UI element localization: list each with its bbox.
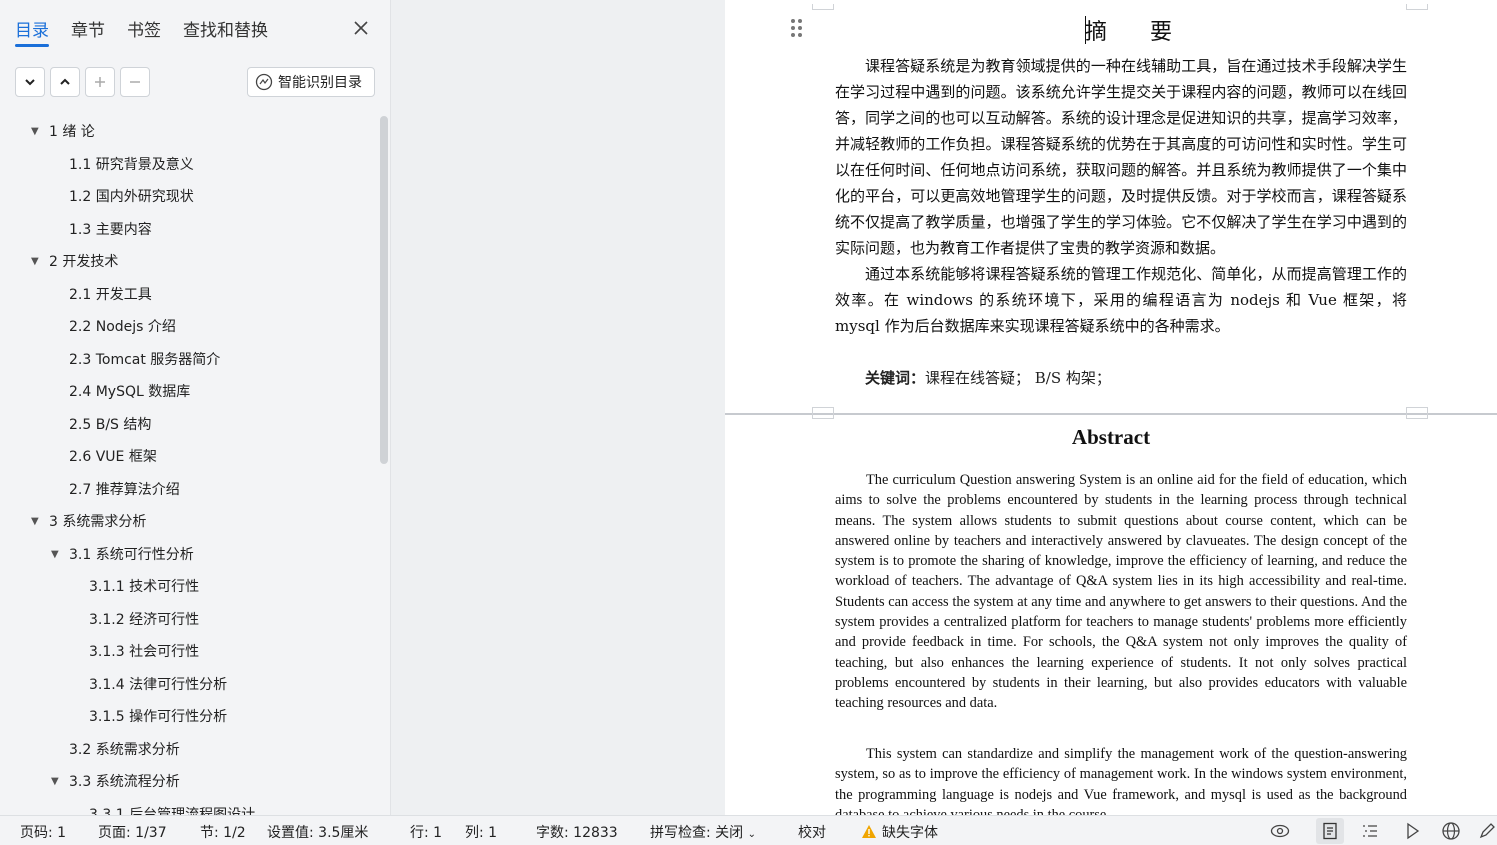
toc-item[interactable]: 2.5 B/S 结构	[69, 414, 151, 436]
keywords-line[interactable]: 关键词：课程在线答疑； B/S 构架；	[865, 366, 1111, 390]
warning-icon	[862, 825, 876, 838]
toc-item[interactable]: 3.1 系统可行性分析	[69, 544, 194, 566]
toc-item[interactable]: 2.7 推荐算法介绍	[69, 479, 180, 501]
play-icon[interactable]	[1402, 821, 1422, 841]
navigation-pane: 目录 章节 书签 查找和替换 智能识别目录 ▼ 1 绪 论 1.1 研究背景及意义 1…	[0, 0, 391, 815]
toc-item[interactable]: 1.1 研究背景及意义	[69, 154, 194, 176]
toc-item[interactable]: 2.6 VUE 框架	[69, 446, 157, 468]
chevron-down-icon	[25, 79, 35, 86]
add-heading-button[interactable]	[85, 67, 115, 97]
expand-up-button[interactable]	[50, 67, 80, 97]
toc-item[interactable]: 3.1.1 技术可行性	[89, 576, 199, 598]
keywords-label: 关键词：	[865, 369, 926, 387]
toc-item[interactable]: 3.3 系统流程分析	[69, 771, 180, 793]
en-abstract-paragraph[interactable]: This system can standardize and simplify…	[835, 744, 1407, 815]
en-abstract-paragraph[interactable]: The curriculum Question answering System…	[835, 470, 1407, 714]
toc-item[interactable]: 3.1.3 社会可行性	[89, 641, 199, 663]
expand-arrow-icon[interactable]: ▼	[31, 251, 39, 273]
status-word-count[interactable]: 字数: 12833	[536, 822, 618, 842]
collapse-down-button[interactable]	[15, 67, 45, 97]
ai-recognize-icon	[255, 73, 273, 91]
ai-toc-button[interactable]: 智能识别目录	[247, 67, 375, 97]
toc-item[interactable]: 2.3 Tomcat 服务器简介	[69, 349, 220, 371]
page-corner-mark	[1406, 413, 1428, 419]
minus-icon	[130, 81, 140, 83]
status-page-code[interactable]: 页码: 1	[20, 822, 66, 842]
chevron-down-icon: ⌄	[747, 829, 757, 840]
toc-item[interactable]: 3.1.5 操作可行性分析	[89, 706, 227, 728]
tab-bookmarks[interactable]: 书签	[127, 16, 161, 41]
keywords-text: 课程在线答疑； B/S 构架；	[925, 369, 1111, 387]
zh-abstract-title[interactable]: 摘 要	[1085, 14, 1190, 46]
status-setting[interactable]: 设置值: 3.5厘米	[267, 822, 368, 842]
toc-list: ▼ 1 绪 论 1.1 研究背景及意义 1.2 国内外研究现状 1.3 主要内容 ▼ 2 开…	[0, 116, 378, 815]
toc-scrollbar[interactable]	[380, 116, 388, 464]
en-abstract-title[interactable]: Abstract	[725, 425, 1497, 450]
toc-item[interactable]: 3.2 系统需求分析	[69, 739, 180, 761]
zh-abstract-paragraph[interactable]: 通过本系统能够将课程答疑系统的管理工作规范化、简单化，从而提高管理工作的效率。在…	[835, 261, 1407, 339]
page-view-icon[interactable]	[1320, 821, 1340, 841]
toc-item[interactable]: 1 绪 论	[49, 121, 95, 143]
toc-item[interactable]: 2.4 MySQL 数据库	[69, 381, 190, 403]
globe-icon[interactable]	[1441, 821, 1461, 841]
remove-heading-button[interactable]	[120, 67, 150, 97]
status-page[interactable]: 页面: 1/37	[98, 822, 167, 842]
expand-arrow-icon[interactable]: ▼	[51, 771, 59, 793]
tab-toc[interactable]: 目录	[15, 16, 49, 41]
expand-arrow-icon[interactable]: ▼	[31, 511, 39, 533]
zh-abstract-paragraph[interactable]: 课程答疑系统是为教育领域提供的一种在线辅助工具，旨在通过技术手段解决学生在学习过…	[835, 53, 1407, 261]
page-corner-mark	[812, 4, 834, 10]
missing-font-label: 缺失字体	[882, 825, 938, 841]
eye-icon[interactable]	[1270, 821, 1290, 841]
toc-item[interactable]: 3 系统需求分析	[49, 511, 146, 533]
status-proofread[interactable]: 校对	[798, 822, 826, 842]
toc-item[interactable]: 1.2 国内外研究现状	[69, 186, 194, 208]
toc-item[interactable]: 2 开发技术	[49, 251, 118, 273]
toc-item[interactable]: 2.1 开发工具	[69, 284, 152, 306]
expand-arrow-icon[interactable]: ▼	[31, 121, 39, 143]
toc-item[interactable]: 2.2 Nodejs 介绍	[69, 316, 176, 338]
status-spell-check[interactable]: 拼写检查: 关闭 ⌄	[650, 822, 756, 842]
toc-item[interactable]: 3.1.2 经济可行性	[89, 609, 199, 631]
status-section[interactable]: 节: 1/2	[200, 822, 246, 842]
toc-item[interactable]: 3.1.4 法律可行性分析	[89, 674, 227, 696]
status-bar: 页码: 1 页面: 1/37 节: 1/2 设置值: 3.5厘米 行: 1 列:…	[0, 815, 1497, 845]
status-row[interactable]: 行: 1	[410, 822, 442, 842]
toc-item[interactable]: 3.3.1 后台管理流程图设计	[89, 804, 255, 816]
status-col[interactable]: 列: 1	[465, 822, 497, 842]
status-missing-font[interactable]: 缺失字体	[862, 822, 938, 842]
outline-view-icon[interactable]	[1360, 821, 1380, 841]
pen-icon[interactable]	[1477, 821, 1497, 841]
tab-chapters[interactable]: 章节	[71, 16, 105, 41]
nav-tabs: 目录 章节 书签 查找和替换	[0, 0, 391, 52]
spell-check-label: 拼写检查: 关闭	[650, 825, 744, 841]
tab-find-replace[interactable]: 查找和替换	[183, 16, 268, 41]
close-icon[interactable]	[349, 16, 373, 40]
plus-icon	[95, 77, 105, 87]
toc-item[interactable]: 1.3 主要内容	[69, 219, 152, 241]
document-canvas-margin	[392, 0, 725, 815]
page-corner-mark	[812, 413, 834, 419]
expand-arrow-icon[interactable]: ▼	[51, 544, 59, 566]
ai-toc-label: 智能识别目录	[278, 75, 362, 91]
active-tab-indicator	[15, 44, 49, 47]
drag-handle-icon[interactable]	[791, 19, 803, 39]
page-corner-mark	[1406, 4, 1428, 10]
chevron-up-icon	[60, 78, 70, 85]
